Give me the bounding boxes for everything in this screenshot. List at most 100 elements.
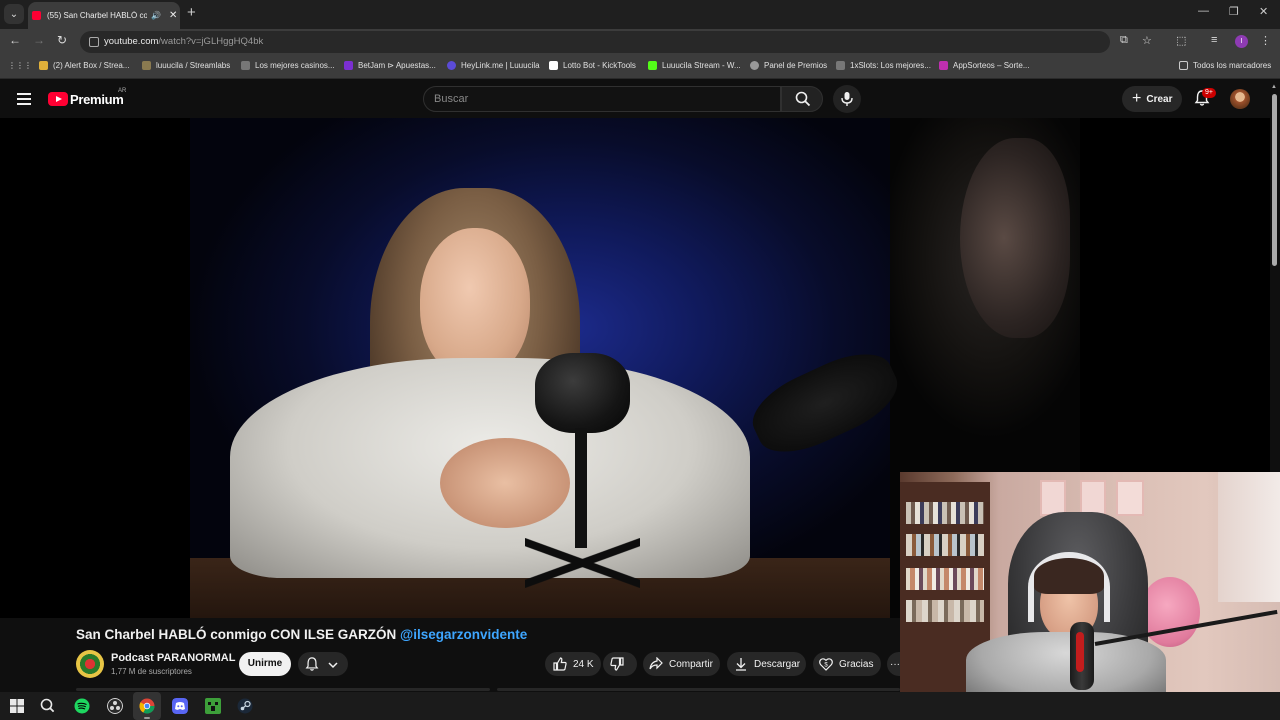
- windows-taskbar: [0, 692, 1280, 720]
- address-bar[interactable]: youtube.com/watch?v=jGLHggHQ4bk: [80, 31, 1110, 53]
- voice-search-button[interactable]: [833, 85, 861, 113]
- webcam-streamer-hair-shape: [1034, 558, 1104, 594]
- search-box[interactable]: [423, 86, 781, 112]
- video-mic-tripod-shape: [525, 538, 640, 588]
- url-text[interactable]: youtube.com/watch?v=jGLHggHQ4bk: [104, 36, 263, 47]
- bookmark-item[interactable]: Luuucila Stream - W...: [648, 61, 741, 70]
- new-tab-button[interactable]: +: [187, 4, 196, 21]
- share-button[interactable]: Compartir: [643, 652, 720, 676]
- more-actions-button[interactable]: ···: [887, 652, 900, 676]
- subscriber-count: 1,77 M de suscriptores: [111, 667, 192, 676]
- bookmark-star-icon[interactable]: ☆: [1142, 34, 1152, 47]
- minecraft-icon[interactable]: [205, 698, 221, 714]
- youtube-masthead: Premium AR +Crear 9+: [0, 80, 1270, 118]
- download-icon: [736, 658, 746, 671]
- subscription-notifications-button[interactable]: [298, 652, 348, 676]
- bookmark-favicon-icon: [241, 61, 250, 70]
- microphone-icon: [841, 92, 853, 106]
- bookmark-favicon-icon: [447, 61, 456, 70]
- back-arrow-icon[interactable]: ←: [9, 33, 21, 47]
- site-info-icon[interactable]: [89, 37, 99, 47]
- download-button[interactable]: Descargar: [727, 652, 806, 676]
- video-guest-face-shape: [420, 228, 530, 378]
- bell-icon: [305, 657, 319, 671]
- thanks-button[interactable]: $ Gracias: [813, 652, 881, 676]
- video-interviewer-face-shape: [960, 138, 1070, 338]
- scroll-up-arrow-icon[interactable]: ▲: [1271, 84, 1277, 90]
- like-button[interactable]: 24 K: [545, 652, 601, 676]
- folder-icon: [1179, 61, 1188, 70]
- channel-name[interactable]: Podcast PARANORMAL: [111, 652, 235, 664]
- chrome-running-indicator: [144, 717, 150, 719]
- bookmark-item[interactable]: Panel de Premios: [750, 61, 827, 70]
- bookmark-favicon-icon: [836, 61, 845, 70]
- bookmark-favicon-icon: [750, 61, 759, 70]
- extensions-icon[interactable]: ⬚: [1176, 34, 1186, 47]
- create-button[interactable]: + Crear: [1122, 86, 1182, 112]
- bookmark-item[interactable]: Los mejores casinos...: [241, 61, 335, 70]
- webcam-wall-frame-shape: [1040, 480, 1066, 516]
- country-code: AR: [118, 88, 127, 94]
- webcam-streamer-shirt-shape: [966, 632, 1166, 692]
- reload-icon[interactable]: ↻: [57, 33, 67, 47]
- windows-start-icon[interactable]: [9, 698, 25, 714]
- steam-icon[interactable]: [237, 698, 253, 714]
- webcam-books-row-shape: [906, 502, 984, 524]
- bookmark-favicon-icon: [39, 61, 48, 70]
- all-bookmarks-folder[interactable]: Todos los marcadores: [1179, 61, 1271, 70]
- install-app-icon[interactable]: ⧉: [1120, 34, 1128, 47]
- search-icon[interactable]: [40, 698, 56, 714]
- hamburger-menu-icon[interactable]: [17, 93, 31, 105]
- thumbs-up-icon: [553, 657, 567, 671]
- webcam-mic-light-shape: [1076, 632, 1084, 672]
- speaker-icon[interactable]: 🔊: [151, 11, 161, 20]
- tab-title: (55) San Charbel HABLÓ conmigo CON ILSE …: [47, 11, 147, 20]
- channel-handle-link[interactable]: @ilsegarzonvidente: [400, 627, 527, 642]
- close-window-icon[interactable]: ✕: [1259, 5, 1268, 18]
- youtube-premium-label[interactable]: Premium: [70, 92, 124, 107]
- forward-arrow-icon[interactable]: →: [33, 33, 45, 47]
- comments-box-edge: [497, 688, 900, 691]
- restore-icon[interactable]: ❐: [1229, 5, 1239, 18]
- profile-avatar[interactable]: I: [1235, 35, 1248, 48]
- apps-grid-icon[interactable]: ⋮⋮⋮: [8, 61, 32, 70]
- webcam-books-row-shape: [906, 568, 984, 590]
- bookmark-item[interactable]: Lotto Bot - KickTools: [549, 61, 636, 70]
- like-count: 24 K: [573, 658, 594, 670]
- video-guest-hands-shape: [440, 438, 570, 528]
- scrollbar-thumb[interactable]: [1272, 94, 1277, 266]
- plus-icon: +: [1132, 90, 1142, 107]
- search-button[interactable]: [781, 86, 823, 112]
- chrome-menu-icon[interactable]: ⋮: [1260, 34, 1271, 47]
- bookmark-favicon-icon: [142, 61, 151, 70]
- bookmark-favicon-icon: [549, 61, 558, 70]
- browser-toolbar: ← → ↻ youtube.com/watch?v=jGLHggHQ4bk ⧉ …: [0, 29, 1280, 55]
- thumbs-down-icon: [610, 657, 624, 671]
- media-control-icon[interactable]: ≡: [1211, 34, 1217, 46]
- youtube-logo-icon[interactable]: [48, 92, 68, 106]
- dislike-button[interactable]: [603, 652, 637, 676]
- youtube-favicon-icon: [32, 11, 41, 20]
- chrome-icon[interactable]: [139, 698, 155, 714]
- bookmark-item[interactable]: HeyLink.me | Luuucila: [447, 61, 540, 70]
- minimize-icon[interactable]: —: [1198, 5, 1209, 17]
- spotify-icon[interactable]: [74, 698, 90, 714]
- channel-avatar[interactable]: [76, 650, 104, 678]
- browser-tab-active[interactable]: (55) San Charbel HABLÓ conmigo CON ILSE …: [28, 2, 180, 29]
- discord-icon[interactable]: [172, 698, 188, 714]
- webcam-books-row-shape: [906, 600, 984, 622]
- bookmark-item[interactable]: 1xSlots: Los mejores...: [836, 61, 931, 70]
- bookmark-item[interactable]: AppSorteos – Sorte...: [939, 61, 1030, 70]
- bookmark-item[interactable]: (2) Alert Box / Strea...: [39, 61, 129, 70]
- obs-icon[interactable]: [107, 698, 123, 714]
- close-tab-icon[interactable]: ✕: [169, 10, 177, 21]
- bookmark-item[interactable]: luuucila / Streamlabs: [142, 61, 230, 70]
- bookmark-item[interactable]: BetJam ⊳ Apuestas...: [344, 61, 436, 70]
- bookmark-favicon-icon: [939, 61, 948, 70]
- bookmark-favicon-icon: [648, 61, 657, 70]
- join-button[interactable]: Unirme: [239, 652, 291, 676]
- tab-search-button[interactable]: ⌄: [4, 4, 24, 24]
- search-input[interactable]: [434, 87, 764, 111]
- webcam-window-shape: [1218, 472, 1280, 602]
- account-avatar[interactable]: [1230, 89, 1250, 109]
